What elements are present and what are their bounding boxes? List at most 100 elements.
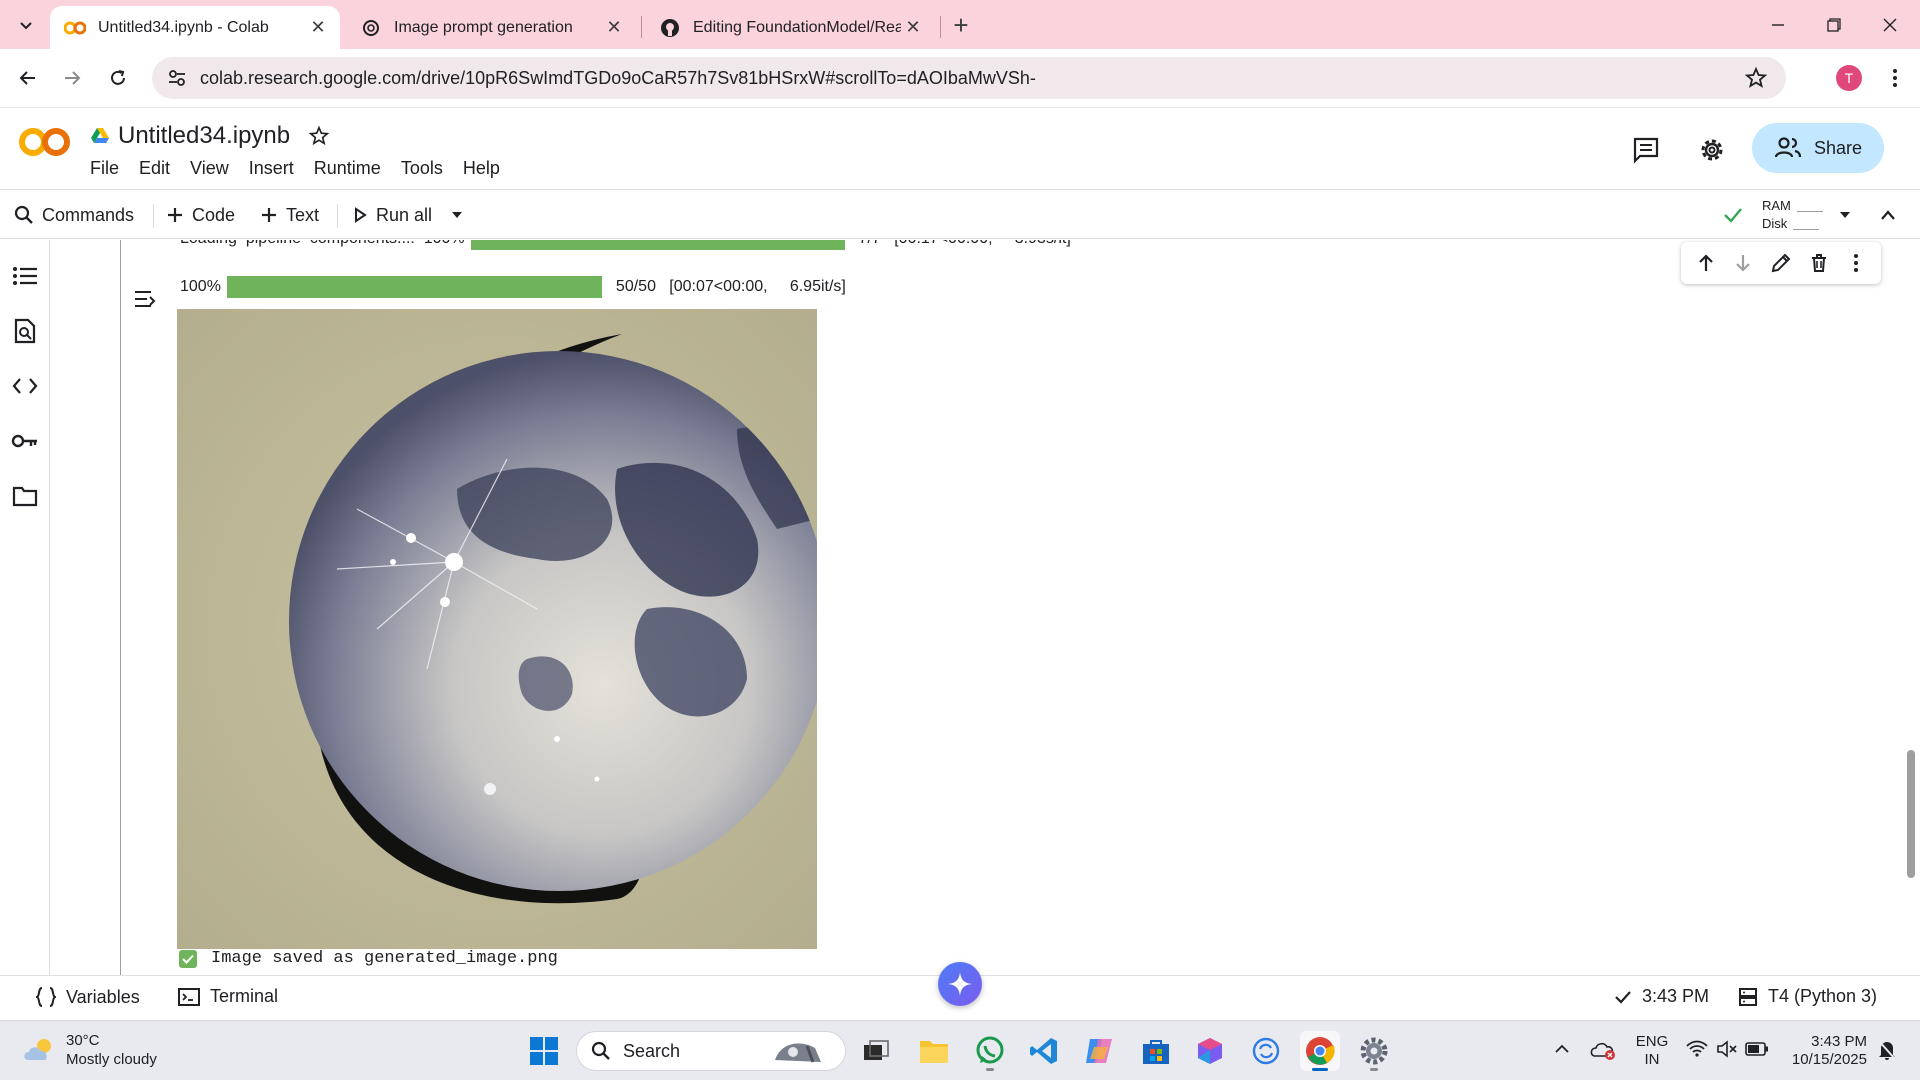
variables-button[interactable]: Variables	[36, 986, 140, 1008]
find-replace-button[interactable]	[11, 317, 39, 345]
show-hidden-icons-button[interactable]	[1552, 1039, 1572, 1059]
add-code-button[interactable]: Code	[166, 199, 235, 231]
chrome-button[interactable]	[1300, 1031, 1340, 1071]
progress-label: Loading pipeline components...: 100%	[180, 240, 465, 248]
volume-button[interactable]	[1716, 1039, 1738, 1059]
tab-colab[interactable]: Untitled34.ipynb - Colab ✕	[50, 6, 340, 49]
menu-insert[interactable]: Insert	[249, 158, 294, 179]
more-vertical-icon	[1854, 254, 1859, 272]
copilot-button[interactable]	[1080, 1031, 1120, 1071]
comments-button[interactable]	[1628, 132, 1664, 168]
browser-menu-button[interactable]	[1880, 63, 1910, 93]
minimize-button[interactable]	[1750, 0, 1806, 49]
close-tab-icon[interactable]: ✕	[602, 16, 626, 40]
restore-button[interactable]	[1806, 0, 1862, 49]
language-indicator[interactable]: ENG IN	[1632, 1033, 1672, 1069]
move-cell-down-button[interactable]	[1729, 249, 1757, 277]
battery-button[interactable]	[1745, 1039, 1769, 1059]
move-cell-up-button[interactable]	[1692, 249, 1720, 277]
run-all-dropdown[interactable]	[450, 199, 472, 231]
close-tab-icon[interactable]: ✕	[306, 16, 330, 40]
wifi-button[interactable]	[1686, 1039, 1708, 1059]
weather-widget[interactable]: 30°C Mostly cloudy	[22, 1031, 157, 1069]
taskbar-search[interactable]: Search	[576, 1031, 846, 1071]
colab-logo[interactable]	[18, 126, 72, 158]
menu-edit[interactable]: Edit	[139, 158, 170, 179]
settings-app-button[interactable]	[1354, 1031, 1394, 1071]
star-icon[interactable]	[308, 125, 330, 147]
cloud-error-icon	[1590, 1042, 1615, 1060]
running-indicator	[1370, 1068, 1378, 1071]
menu-tools[interactable]: Tools	[401, 158, 443, 179]
execution-status[interactable]: 3:43 PM	[1614, 986, 1709, 1007]
files-button[interactable]	[11, 482, 39, 510]
microsoft-store-button[interactable]	[1136, 1031, 1176, 1071]
edit-cell-button[interactable]	[1767, 249, 1795, 277]
close-window-button[interactable]	[1862, 0, 1918, 49]
new-tab-button[interactable]: +	[946, 11, 976, 41]
vertical-scrollbar[interactable]	[1907, 750, 1915, 878]
file-explorer-button[interactable]	[914, 1031, 954, 1071]
site-info-icon[interactable]	[166, 67, 188, 89]
terminal-button[interactable]: Terminal	[178, 986, 278, 1007]
more-cell-actions-button[interactable]	[1842, 249, 1870, 277]
collapse-header-button[interactable]	[1880, 199, 1904, 231]
secrets-button[interactable]	[11, 427, 39, 455]
bookmark-star-icon[interactable]	[1744, 66, 1768, 90]
vscode-button[interactable]	[1024, 1031, 1064, 1071]
tab-title: Untitled34.ipynb - Colab	[98, 18, 269, 36]
sparkle-icon	[948, 972, 972, 996]
start-button[interactable]	[524, 1031, 564, 1071]
resource-monitor[interactable]: RAM Disk	[1762, 197, 1823, 233]
whatsapp-button[interactable]	[970, 1031, 1010, 1071]
commands-label: Commands	[42, 204, 135, 225]
run-all-button[interactable]: Run all	[352, 199, 432, 231]
menu-runtime[interactable]: Runtime	[314, 158, 381, 179]
forward-button[interactable]	[56, 62, 88, 94]
code-label: Code	[192, 204, 236, 225]
delete-cell-button[interactable]	[1805, 249, 1833, 277]
settings-button[interactable]	[1694, 132, 1730, 168]
volume-muted-icon	[1717, 1040, 1737, 1058]
menu-file[interactable]: File	[90, 158, 119, 179]
gear-icon	[1360, 1037, 1388, 1065]
inference-progress: 100% 50/50 [00:07<00:00, 6.95it/s]	[180, 276, 846, 298]
commands-button[interactable]: Commands	[14, 199, 134, 231]
share-button[interactable]: Share	[1752, 123, 1884, 173]
menu-view[interactable]: View	[190, 158, 229, 179]
table-of-contents-button[interactable]	[11, 262, 39, 290]
m365-button[interactable]	[1190, 1031, 1230, 1071]
browser-toolbar: colab.research.google.com/drive/10pR6SwI…	[0, 49, 1920, 108]
url-text[interactable]: colab.research.google.com/drive/10pR6SwI…	[200, 68, 1036, 89]
back-button[interactable]	[12, 62, 44, 94]
restore-icon	[1827, 17, 1841, 32]
tab-github[interactable]: Editing FoundationModel/Read ✕	[645, 6, 935, 49]
runtime-info[interactable]: T4 (Python 3)	[1738, 986, 1877, 1007]
output-actions-button[interactable]	[131, 285, 159, 313]
connection-dropdown[interactable]	[1838, 199, 1860, 231]
running-indicator	[986, 1068, 994, 1071]
gemini-button[interactable]	[938, 962, 982, 1006]
saved-message-text: Image saved as generated_image.png	[211, 949, 558, 968]
task-view-button[interactable]	[856, 1031, 896, 1071]
close-tab-icon[interactable]: ✕	[901, 16, 925, 40]
clock[interactable]: 3:43 PM 10/15/2025	[1783, 1033, 1867, 1069]
progress-stats: 50/50 [00:07<00:00, 6.95it/s]	[615, 278, 846, 295]
onedrive-status-button[interactable]	[1590, 1039, 1616, 1061]
pipeline-progress: Loading pipeline components...: 100% 7/7…	[180, 240, 1071, 250]
tab-search-button[interactable]	[10, 9, 42, 41]
profile-avatar[interactable]: T	[1836, 65, 1862, 91]
sync-app-button[interactable]	[1246, 1031, 1286, 1071]
notifications-button[interactable]	[1876, 1039, 1898, 1061]
add-text-button[interactable]: Text	[260, 199, 319, 231]
tab-image-prompt[interactable]: Image prompt generation ✕	[346, 6, 636, 49]
notebook-title[interactable]: Untitled34.ipynb	[118, 122, 290, 150]
reload-button[interactable]	[102, 62, 134, 94]
code-brackets-icon	[12, 378, 38, 394]
document-search-icon	[14, 318, 36, 344]
code-snippets-button[interactable]	[11, 372, 39, 400]
whatsapp-icon	[976, 1036, 1004, 1064]
address-bar[interactable]: colab.research.google.com/drive/10pR6SwI…	[152, 57, 1786, 99]
menu-help[interactable]: Help	[463, 158, 500, 179]
key-icon	[11, 434, 37, 448]
